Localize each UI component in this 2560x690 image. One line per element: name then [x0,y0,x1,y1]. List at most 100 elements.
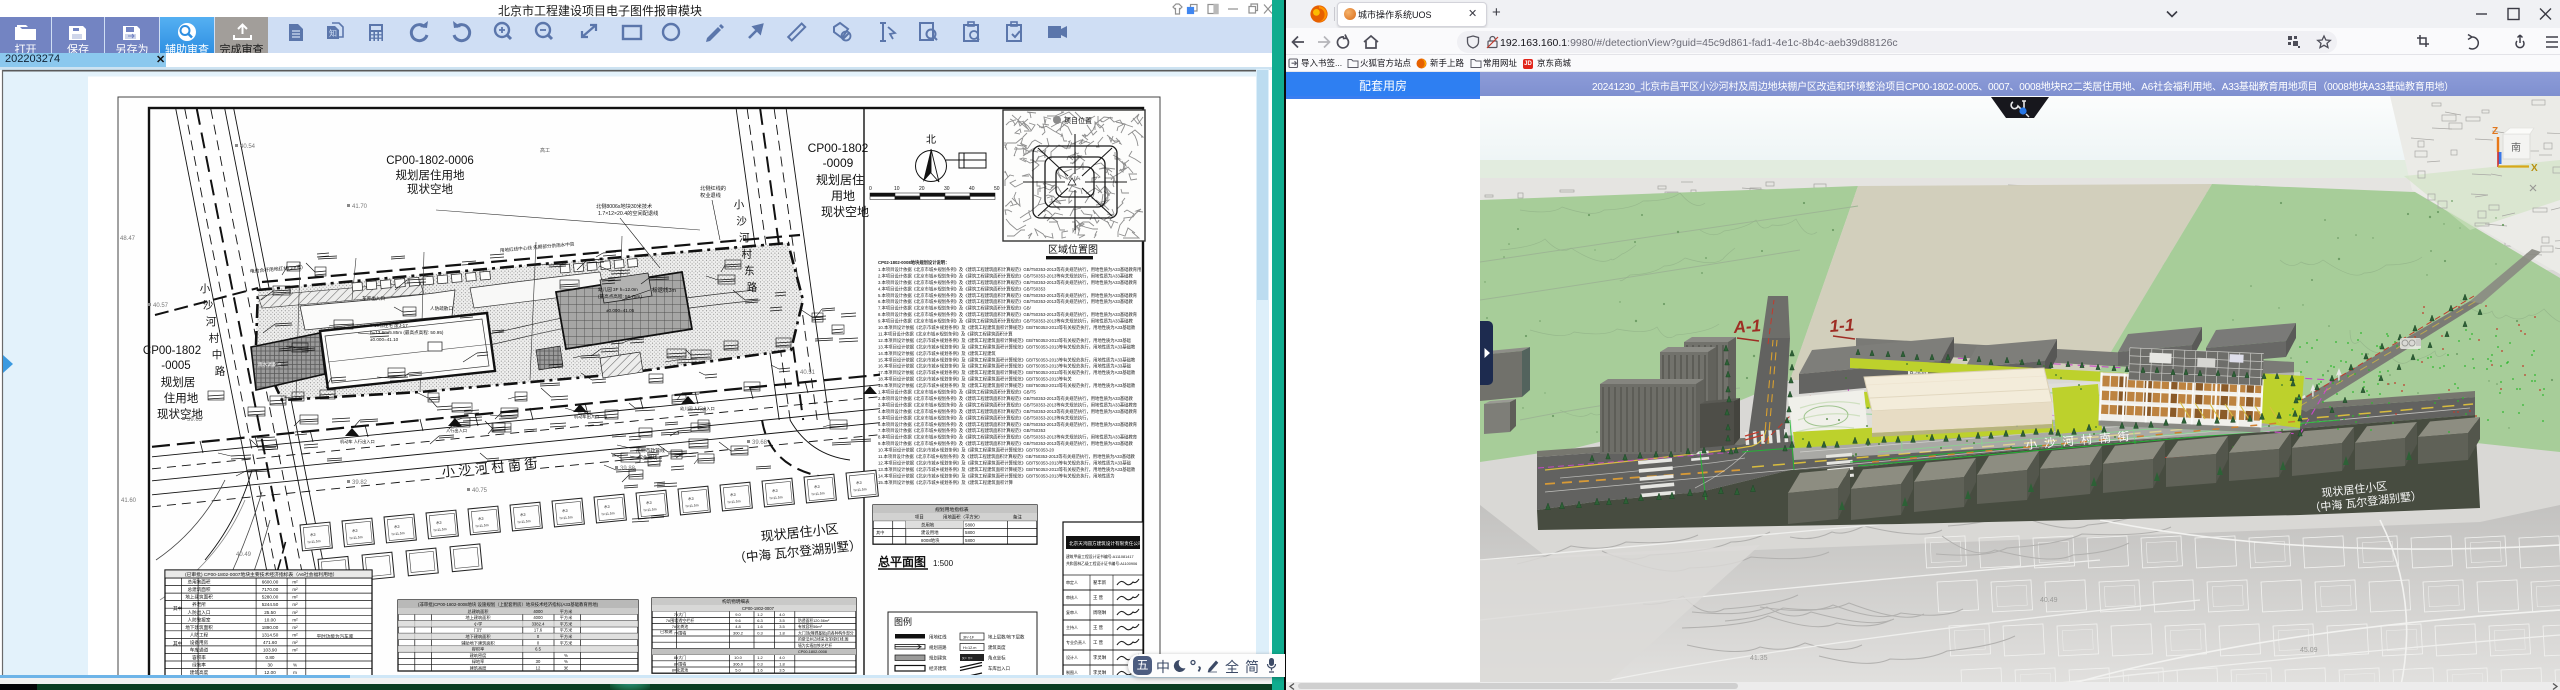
svg-text:建设用地: 建设用地 [921,529,939,536]
svg-text:规划用地指标表: 规划用地指标表 [935,506,969,513]
svg-text:水3: 水3 [730,492,736,498]
svg-text:48.47: 48.47 [120,236,136,242]
svg-text:5.本项目设计依据《北京市城乡规划条例》及《建筑工程建筑面积: 5.本项目设计依据《北京市城乡规划条例》及《建筑工程建筑面积计算规范》GB/T5… [878,414,1091,421]
svg-text:6.3: 6.3 [757,618,763,623]
svg-text:车库出入口: 车库出入口 [362,295,385,302]
svg-text:8#围墙: 8#围墙 [674,660,686,666]
svg-text:专业负责人: 专业负责人 [1066,639,1086,645]
svg-text:河: 河 [206,316,217,328]
svg-text:41.35: 41.35 [1750,655,1768,662]
svg-text:5244.50: 5244.50 [262,602,279,607]
svg-text:41.70: 41.70 [352,204,368,210]
svg-text:水3: 水3 [814,484,820,490]
svg-text:%: % [293,663,297,668]
svg-text:平方米: 平方米 [560,633,573,640]
svg-text:103.90: 103.90 [263,648,277,653]
svg-text:建筑高度: 建筑高度 [988,644,1006,651]
svg-text:门厅: 门厅 [474,627,482,634]
svg-text:绿地率: 绿地率 [192,662,206,669]
svg-text:9.本项目设计依据《北京市城乡规划条例》及《建筑工程建筑面积: 9.本项目设计依据《北京市城乡规划条例》及《建筑工程建筑面积计算规范》GB/T5… [878,318,1133,325]
svg-text:CP00-1802-0007: CP00-1802-0007 [742,606,775,611]
svg-text:X: X [2531,163,2538,174]
svg-text:水3: 水3 [646,500,652,506]
svg-text:图例: 图例 [894,616,912,627]
svg-text:地上建筑面积: 地上建筑面积 [185,594,213,601]
svg-text:7#围墙: 7#围墙 [674,629,686,635]
svg-text:40.49: 40.49 [236,552,252,558]
svg-text:备注: 备注 [1013,514,1022,521]
svg-text:m²: m² [292,595,298,600]
svg-text:平时功能为汽车库: 平时功能为汽车库 [317,633,354,640]
svg-text:50: 50 [994,186,1000,192]
svg-text:南: 南 [2511,141,2521,154]
svg-text:王 营: 王 营 [1093,624,1104,631]
svg-text:±0.000=41.10: ±0.000=41.10 [370,337,399,342]
svg-text:m²: m² [292,587,298,592]
svg-text:m²: m² [292,617,298,622]
svg-text:规划居住用地: 规划居住用地 [396,168,465,182]
svg-text:8#大门: 8#大门 [674,654,686,660]
svg-text:7.本项目设计依据《北京市城乡规划条例》及《建筑工程建筑面积: 7.本项目设计依据《北京市城乡规划条例》及《建筑工程建筑面积计算规范》GB/ [878,305,1032,312]
svg-text:5800: 5800 [965,522,975,527]
svg-text:6.本项目设计依据《北京市城乡规划条例》及《建筑工程建筑面积: 6.本项目设计依据《北京市城乡规划条例》及《建筑工程建筑面积计算规范》GB/T5… [878,298,1133,305]
svg-text:河: 河 [739,232,750,244]
svg-text:3F/-1F: 3F/-1F [963,636,975,640]
svg-text:周晓琳: 周晓琳 [1093,609,1107,616]
svg-text:路: 路 [215,365,226,378]
svg-text:3.本项目设计依据《北京市城乡规划条例》及《建筑工程建筑面积: 3.本项目设计依据《北京市城乡规划条例》及《建筑工程建筑面积计算规范》GB/T5… [878,401,1138,408]
svg-text:41.60: 41.60 [121,498,137,504]
svg-text:40.57: 40.57 [153,303,169,309]
svg-text:45.09: 45.09 [2300,647,2318,654]
svg-text:2.本项目设计依据《北京市城乡规划条例》及《建筑工程建筑面积: 2.本项目设计依据《北京市城乡规划条例》及《建筑工程建筑面积计算规范》GB/T5… [878,272,1133,279]
svg-text:10.本项目设计依据《北京市城乡规划条例》及《建筑工程建筑面: 10.本项目设计依据《北京市城乡规划条例》及《建筑工程建筑面积计算规范》GB/T… [878,447,1055,454]
svg-text:容积率: 容积率 [472,646,485,653]
svg-text:471.60: 471.60 [263,640,277,645]
svg-text:39.88: 39.88 [620,466,636,472]
svg-text:3.5: 3.5 [779,624,785,629]
svg-text:雨水调蓄池: 雨水调蓄池 [258,361,281,368]
svg-text:4.0: 4.0 [779,612,785,617]
svg-text:复审人: 复审人 [1066,609,1078,615]
svg-text:平方米: 平方米 [560,620,573,627]
svg-text:9.本项目设计依据《北京市城乡规划条例》及《建筑工程建筑面积: 9.本项目设计依据《北京市城乡规划条例》及《建筑工程建筑面积计算规范》GB/T5… [878,440,1133,447]
svg-text:其中: 其中 [876,529,884,536]
svg-text:权业退线: 权业退线 [638,454,657,461]
svg-text:的做法并边线采冶浑绿红线,围: 的做法并边线采冶浑绿红线,围 [798,637,849,642]
svg-text:王 营: 王 营 [1093,594,1104,601]
svg-text:H=12.m: H=12.m [963,646,976,650]
svg-text:5280.00: 5280.00 [262,595,279,600]
svg-text:m²: m² [292,580,298,585]
svg-text:4000: 4000 [533,615,543,620]
svg-text:小学: 小学 [474,620,482,627]
svg-text:容积率: 容积率 [192,654,206,661]
svg-text:10.本项目设计依据《北京市城乡规划条例》及《建筑工程建筑面: 10.本项目设计依据《北京市城乡规划条例》及《建筑工程建筑面积计算规范》GB/T… [878,324,1136,331]
svg-text:3.5: 3.5 [779,668,785,673]
svg-text:%: % [564,653,568,658]
svg-text:高工: 高工 [540,147,550,154]
svg-text:其中: 其中 [173,605,183,612]
svg-text:-0005: -0005 [161,360,190,372]
svg-text:0.3: 0.3 [757,630,763,635]
svg-text:CP02-1802-0008地块规划设计说明：: CP02-1802-0008地块规划设计说明： [878,259,949,266]
svg-text:总用地面积: 总用地面积 [188,579,211,586]
svg-text:地下建筑面积: 地下建筑面积 [465,633,490,640]
svg-text:现状空地: 现状空地 [407,182,453,196]
svg-text:7#大门: 7#大门 [674,611,686,617]
svg-text:大门顶(障碍基础)的各种构件部分: 大门顶(障碍基础)的各种构件部分 [798,630,854,635]
svg-text:13.本项目设计依据《北京市城乡规划条例》及《建筑工程建筑面: 13.本项目设计依据《北京市城乡规划条例》及《建筑工程建筑面积计算规范》GB/T… [878,343,1136,350]
svg-text:共和国林乙级工程设计证书编号:A1100906: 共和国林乙级工程设计证书编号:A1100906 [1066,561,1137,566]
svg-text:40.54: 40.54 [240,144,256,150]
svg-text:14.本项目设计依据《北京市城乡规划条例》及《建筑工程建筑: 14.本项目设计依据《北京市城乡规划条例》及《建筑工程建筑 [878,350,996,357]
svg-text:40.49: 40.49 [2040,597,2058,604]
svg-text:小: 小 [734,199,745,211]
svg-text:4.8: 4.8 [735,624,741,629]
svg-text:小: 小 [200,283,211,295]
svg-text:幼儿园 3F h=12.0m: 幼儿园 3F h=12.0m [598,286,638,293]
svg-text:(已审批) CP00-1802-0007地块主要技术经济指: (已审批) CP00-1802-0007地块主要技术经济指标表（A6社会福利用地… [185,571,337,578]
svg-text:角点坐标: 角点坐标 [988,655,1006,662]
svg-text:1-1: 1-1 [1829,315,1855,336]
svg-text:10: 10 [894,186,900,192]
svg-text:其中: 其中 [173,640,183,647]
svg-text:总建筑面积: 总建筑面积 [468,608,489,615]
svg-text:现状空地: 现状空地 [821,205,869,219]
